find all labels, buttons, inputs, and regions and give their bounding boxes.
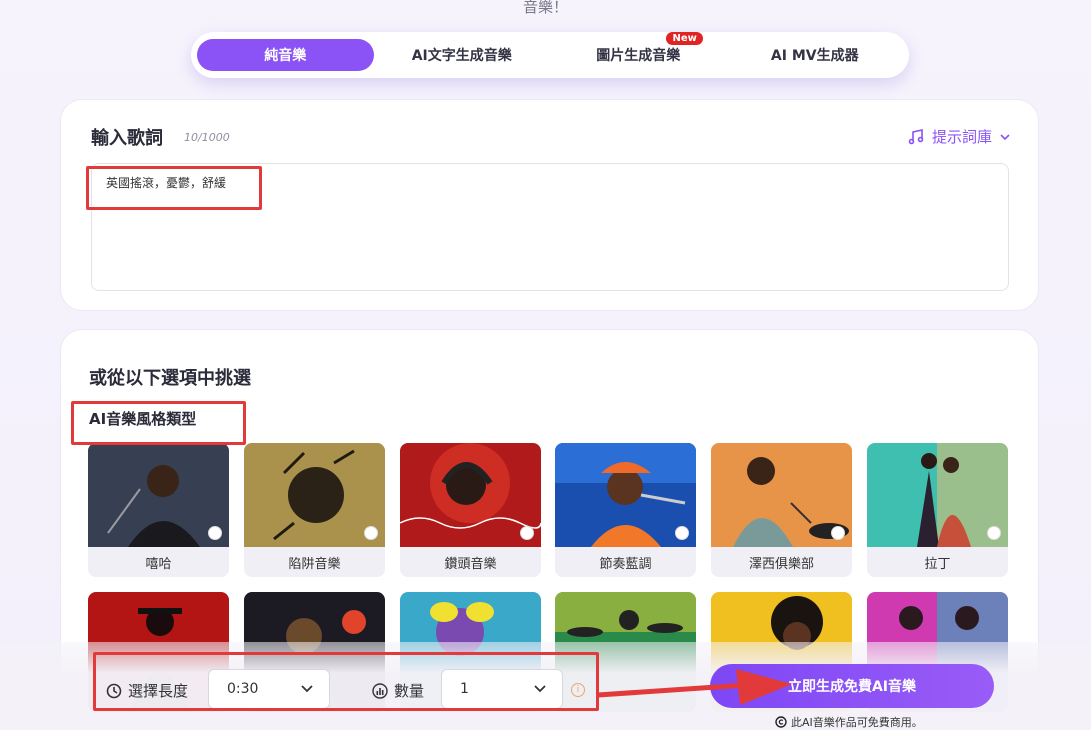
style-radio[interactable]	[208, 526, 222, 540]
chevron-down-icon	[1000, 133, 1010, 140]
tab-text-to-music[interactable]: AI文字生成音樂	[374, 39, 551, 71]
prompt-library-label: 提示詞庫	[931, 128, 992, 146]
music-note-icon	[908, 128, 924, 144]
style-label: 陷阱音樂	[288, 556, 341, 572]
free-commercial-note: 此AI音樂作品可免費商用。	[775, 714, 923, 730]
lyrics-title: 輸入歌詞	[91, 128, 163, 149]
style-tile-rnb[interactable]: 節奏藍調	[555, 443, 696, 577]
style-tile-drill[interactable]: 鑽頭音樂	[400, 443, 541, 577]
style-tile-hiphop[interactable]: 嘻哈	[88, 443, 229, 577]
style-label: 拉丁	[924, 556, 951, 572]
style-radio[interactable]	[364, 526, 378, 540]
tab-ai-mv-generator[interactable]: AI MV生成器	[727, 39, 904, 71]
highlight-controls	[93, 652, 599, 711]
prompt-library-button[interactable]: 提示詞庫	[908, 126, 1010, 147]
copyright-icon	[775, 716, 787, 728]
highlight-style-type	[71, 401, 246, 445]
style-radio[interactable]	[987, 526, 1001, 540]
highlight-lyrics-box	[86, 166, 262, 210]
style-tile-latin[interactable]: 拉丁	[867, 443, 1008, 577]
style-label: 節奏藍調	[599, 556, 652, 572]
style-radio[interactable]	[520, 526, 534, 540]
mode-tabs: 純音樂 AI文字生成音樂 圖片生成音樂 New AI MV生成器	[191, 32, 909, 78]
new-badge: New	[666, 32, 703, 45]
style-label: 嘻哈	[145, 556, 172, 572]
style-label: 鑽頭音樂	[444, 556, 497, 572]
style-tile-jersey-club[interactable]: 澤西俱樂部	[711, 443, 852, 577]
choose-title: 或從以下選項中挑選	[89, 368, 251, 389]
style-radio[interactable]	[831, 526, 845, 540]
top-caption: 音樂！	[522, 0, 568, 16]
tab-image-to-music[interactable]: 圖片生成音樂 New	[550, 32, 727, 71]
style-label: 澤西俱樂部	[748, 556, 814, 572]
tab-pure-music[interactable]: 純音樂	[197, 39, 374, 71]
style-tile-trap[interactable]: 陷阱音樂	[244, 443, 385, 577]
arrow-annotation	[597, 669, 792, 705]
lyrics-char-count: 10/1000	[184, 131, 230, 144]
style-radio[interactable]	[675, 526, 689, 540]
